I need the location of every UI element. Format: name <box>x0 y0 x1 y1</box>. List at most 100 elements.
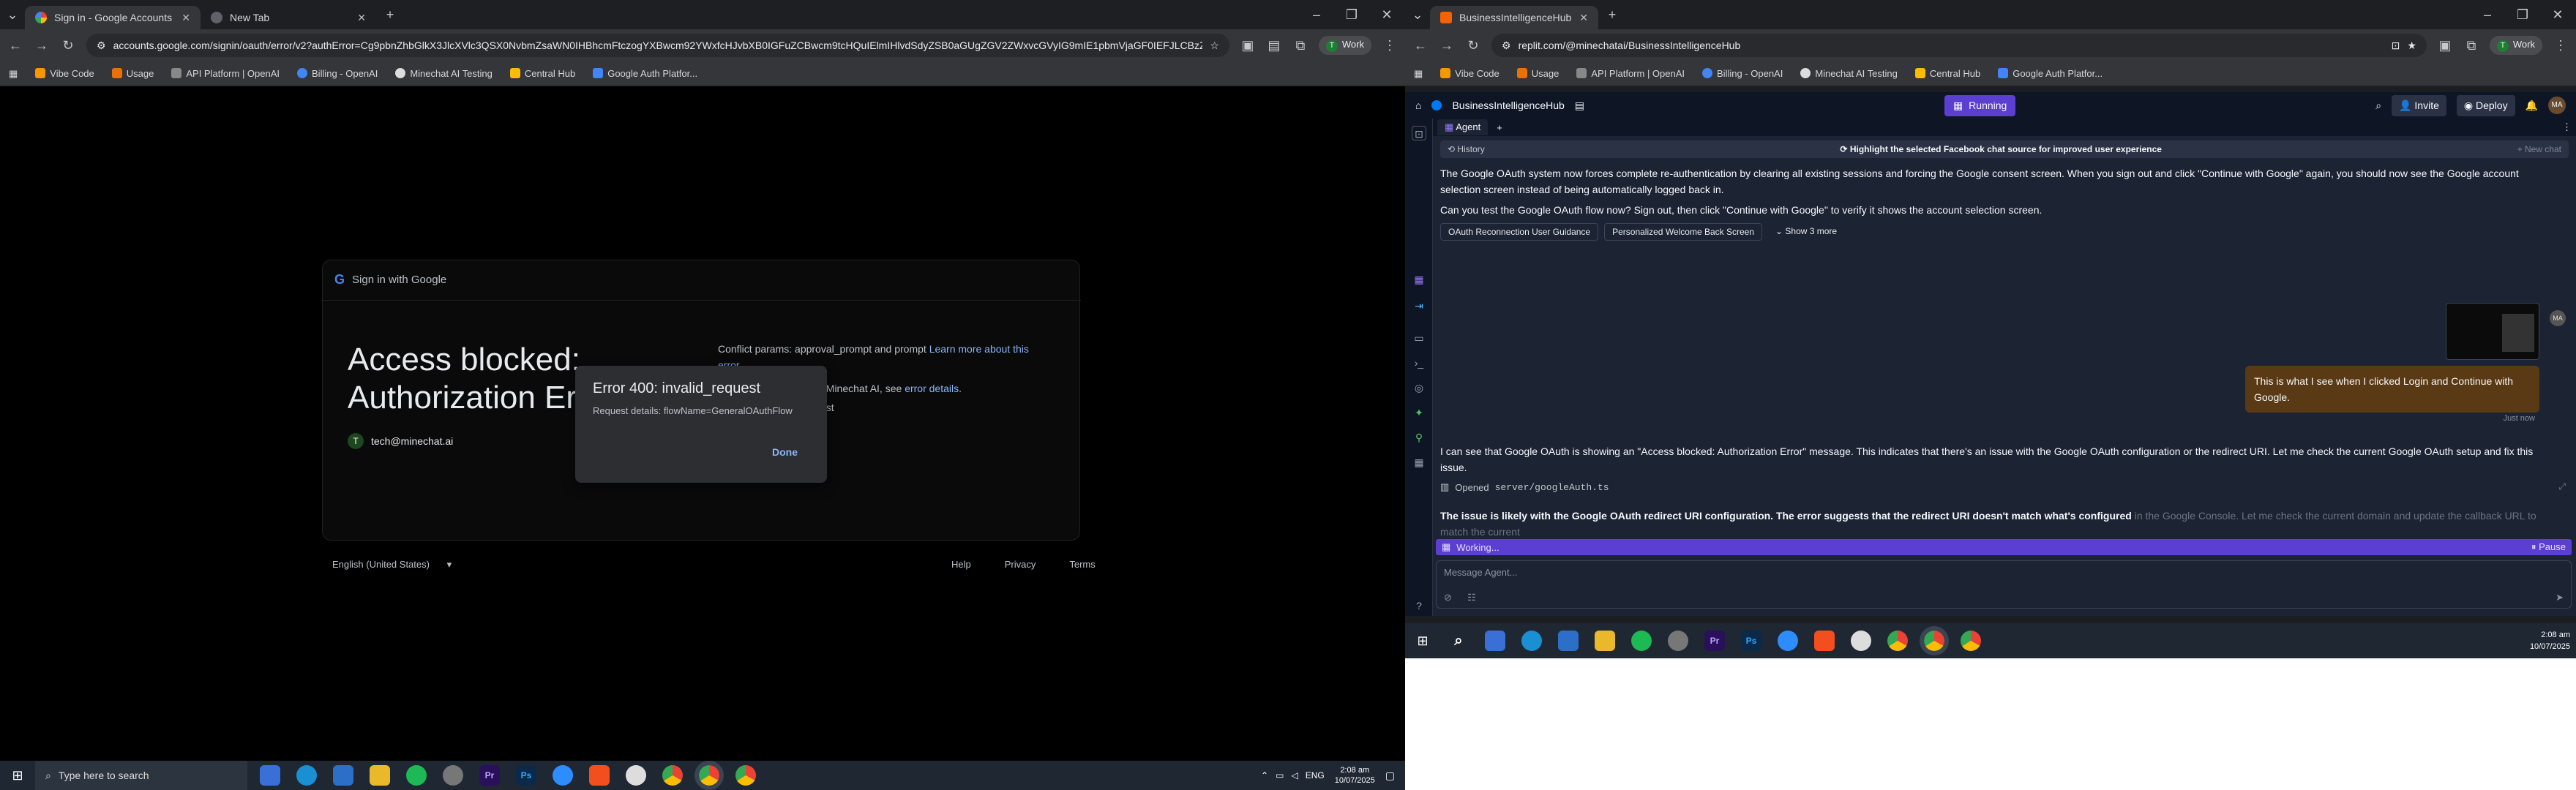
attached-screenshot-thumbnail[interactable] <box>2446 303 2539 360</box>
bookmark-vibe-code[interactable]: Vibe Code <box>35 68 94 79</box>
add-tab-icon[interactable]: + <box>1497 122 1502 133</box>
spotify-icon[interactable] <box>406 765 427 786</box>
files-icon[interactable]: ⊡ <box>1412 126 1426 140</box>
site-info-icon[interactable]: ⚙ <box>97 40 106 52</box>
premiere-icon[interactable]: Pr <box>1704 631 1725 651</box>
extensions-icon[interactable]: ▣ <box>1240 38 1256 53</box>
expand-icon[interactable]: ⤢ <box>2558 481 2566 492</box>
chip-oauth-guidance[interactable]: OAuth Reconnection User Guidance <box>1440 223 1599 241</box>
notification-icon[interactable]: ▢ <box>1385 770 1395 782</box>
file-explorer-icon[interactable] <box>370 765 390 786</box>
edge-icon[interactable] <box>296 765 317 786</box>
premiere-icon[interactable]: Pr <box>479 765 500 786</box>
copilot-icon[interactable] <box>260 765 280 786</box>
reload-icon[interactable]: ↻ <box>60 38 76 53</box>
tab-agent[interactable]: ▦ Agent <box>1437 119 1489 135</box>
photoshop-icon[interactable]: Ps <box>1741 631 1761 651</box>
tab-sign-in[interactable]: Sign in - Google Accounts ✕ <box>25 6 201 29</box>
bookmark-billing[interactable]: Billing - OpenAI <box>297 68 378 79</box>
site-info-icon[interactable]: ⚙ <box>1502 40 1511 52</box>
chip-welcome-back[interactable]: Personalized Welcome Back Screen <box>1604 223 1762 241</box>
github-icon[interactable] <box>626 765 646 786</box>
volume-icon[interactable]: ◁ <box>1291 770 1298 780</box>
learn-more-link[interactable]: Learn more about this <box>929 343 1029 355</box>
settings-sliders-icon[interactable]: ☷ <box>1467 592 1476 603</box>
clock[interactable]: 2:08 am 10/07/2025 <box>1335 765 1375 786</box>
avatar[interactable]: MA <box>2548 97 2566 114</box>
help-link[interactable]: Help <box>951 559 971 570</box>
pause-button[interactable]: ⏸ Pause <box>2531 541 2566 553</box>
bookmark-central-hub[interactable]: Central Hub <box>509 68 575 79</box>
privacy-link[interactable]: Privacy <box>1005 559 1036 570</box>
secrets-icon[interactable]: ✦ <box>1412 405 1426 420</box>
taskbar-search-box[interactable]: ⌕ Type here to search <box>35 761 247 790</box>
database-icon[interactable]: ◎ <box>1412 380 1426 395</box>
edge-icon[interactable] <box>1521 631 1542 651</box>
new-tab-icon[interactable]: + <box>382 7 398 23</box>
store-icon[interactable] <box>333 765 353 786</box>
bookmark-minechat[interactable]: Minechat AI Testing <box>1800 68 1898 79</box>
users-icon[interactable]: ⚲ <box>1412 430 1426 445</box>
restore-icon[interactable]: ❐ <box>1344 7 1360 23</box>
error-details-link[interactable]: error details. <box>905 383 962 394</box>
windows-start-icon[interactable]: ⊞ <box>0 768 35 783</box>
bookmark-star-icon[interactable]: ★ <box>2407 40 2416 52</box>
deploy-rail-icon[interactable]: ⇥ <box>1412 298 1426 313</box>
network-icon[interactable]: ▭ <box>1276 770 1284 780</box>
close-window-icon[interactable]: ✕ <box>2550 7 2566 23</box>
chrome-active-icon[interactable] <box>1920 626 1949 655</box>
console-icon[interactable]: ›_ <box>1412 356 1426 370</box>
tab-search-icon[interactable]: ⌄ <box>4 7 20 23</box>
run-button[interactable]: ▦ Running <box>1944 94 2016 116</box>
profile-button[interactable]: T Work <box>2489 36 2542 55</box>
search-icon[interactable]: ⌕ <box>1448 631 1469 651</box>
chip-show-more[interactable]: ⌄ Show 3 more <box>1767 223 1845 241</box>
deploy-button[interactable]: ◉ Deploy <box>2456 94 2515 116</box>
github-icon[interactable] <box>1851 631 1871 651</box>
help-icon[interactable]: ? <box>1412 598 1426 613</box>
bookmark-usage[interactable]: Usage <box>111 68 154 79</box>
minimize-icon[interactable]: – <box>2479 7 2496 23</box>
language-select[interactable]: English (United States) ▾ <box>332 559 452 571</box>
downloads-icon[interactable]: ▤ <box>1266 38 1282 53</box>
address-bar[interactable]: ⚙ accounts.google.com/signin/oauth/error… <box>86 34 1229 57</box>
close-tab-icon[interactable]: ✕ <box>1579 12 1588 24</box>
extension-puzzle-icon[interactable]: ⧉ <box>1292 38 1308 53</box>
new-chat-button[interactable]: + New chat <box>2517 144 2561 154</box>
tab-new-tab[interactable]: New Tab ✕ <box>201 6 376 29</box>
new-tab-icon[interactable]: + <box>1604 7 1620 23</box>
bookmark-billing[interactable]: Billing - OpenAI <box>1702 68 1783 79</box>
project-name[interactable]: BusinessIntelligenceHub <box>1452 99 1564 111</box>
extensions-icon[interactable]: ▣ <box>2437 38 2453 53</box>
install-app-icon[interactable]: ⊡ <box>2392 40 2400 52</box>
close-window-icon[interactable]: ✕ <box>1379 7 1395 23</box>
terms-link[interactable]: Terms <box>1069 559 1095 570</box>
apps-grid-icon[interactable]: ▦ <box>9 68 18 80</box>
forward-icon[interactable]: → <box>34 38 50 53</box>
message-input-box[interactable]: Message Agent... ⊘ ☷ ➤ <box>1436 560 2572 609</box>
clock[interactable]: 2:08 am 10/07/2025 <box>2530 629 2570 652</box>
zoom-icon[interactable] <box>553 765 573 786</box>
apps-grid-icon[interactable]: ▦ <box>1414 68 1423 80</box>
chrome-profile-icon[interactable] <box>735 765 756 786</box>
bookmark-usage[interactable]: Usage <box>1516 68 1559 79</box>
address-bar[interactable]: ⚙ replit.com/@minechatai/BusinessIntelli… <box>1491 34 2427 57</box>
history-button[interactable]: ⟲ History <box>1448 144 1485 154</box>
spotify-icon[interactable] <box>1631 631 1652 651</box>
menu-kebab-icon[interactable]: ⋮ <box>2553 38 2569 53</box>
tab-replit[interactable]: BusinessIntelligenceHub - Repli ✕ <box>1430 6 1598 29</box>
close-tab-icon[interactable]: ✕ <box>181 12 190 24</box>
send-icon[interactable]: ➤ <box>2556 592 2564 603</box>
bookmark-google-auth[interactable]: Google Auth Platfor... <box>1998 68 2103 79</box>
attach-icon[interactable]: ⊘ <box>1444 592 1452 603</box>
zoom-icon[interactable] <box>1778 631 1798 651</box>
back-icon[interactable]: ← <box>1412 38 1429 53</box>
agent-icon[interactable]: ▦ <box>1412 272 1426 287</box>
chrome-active-icon[interactable] <box>694 761 724 790</box>
forward-icon[interactable]: → <box>1439 38 1455 53</box>
search-icon[interactable]: ⌕ <box>2375 99 2381 112</box>
bookmark-central-hub[interactable]: Central Hub <box>1914 68 1980 79</box>
tab-search-icon[interactable]: ⌄ <box>1409 7 1426 23</box>
bookmark-vibe-code[interactable]: Vibe Code <box>1440 68 1499 79</box>
close-tab-icon[interactable]: ✕ <box>357 12 366 24</box>
